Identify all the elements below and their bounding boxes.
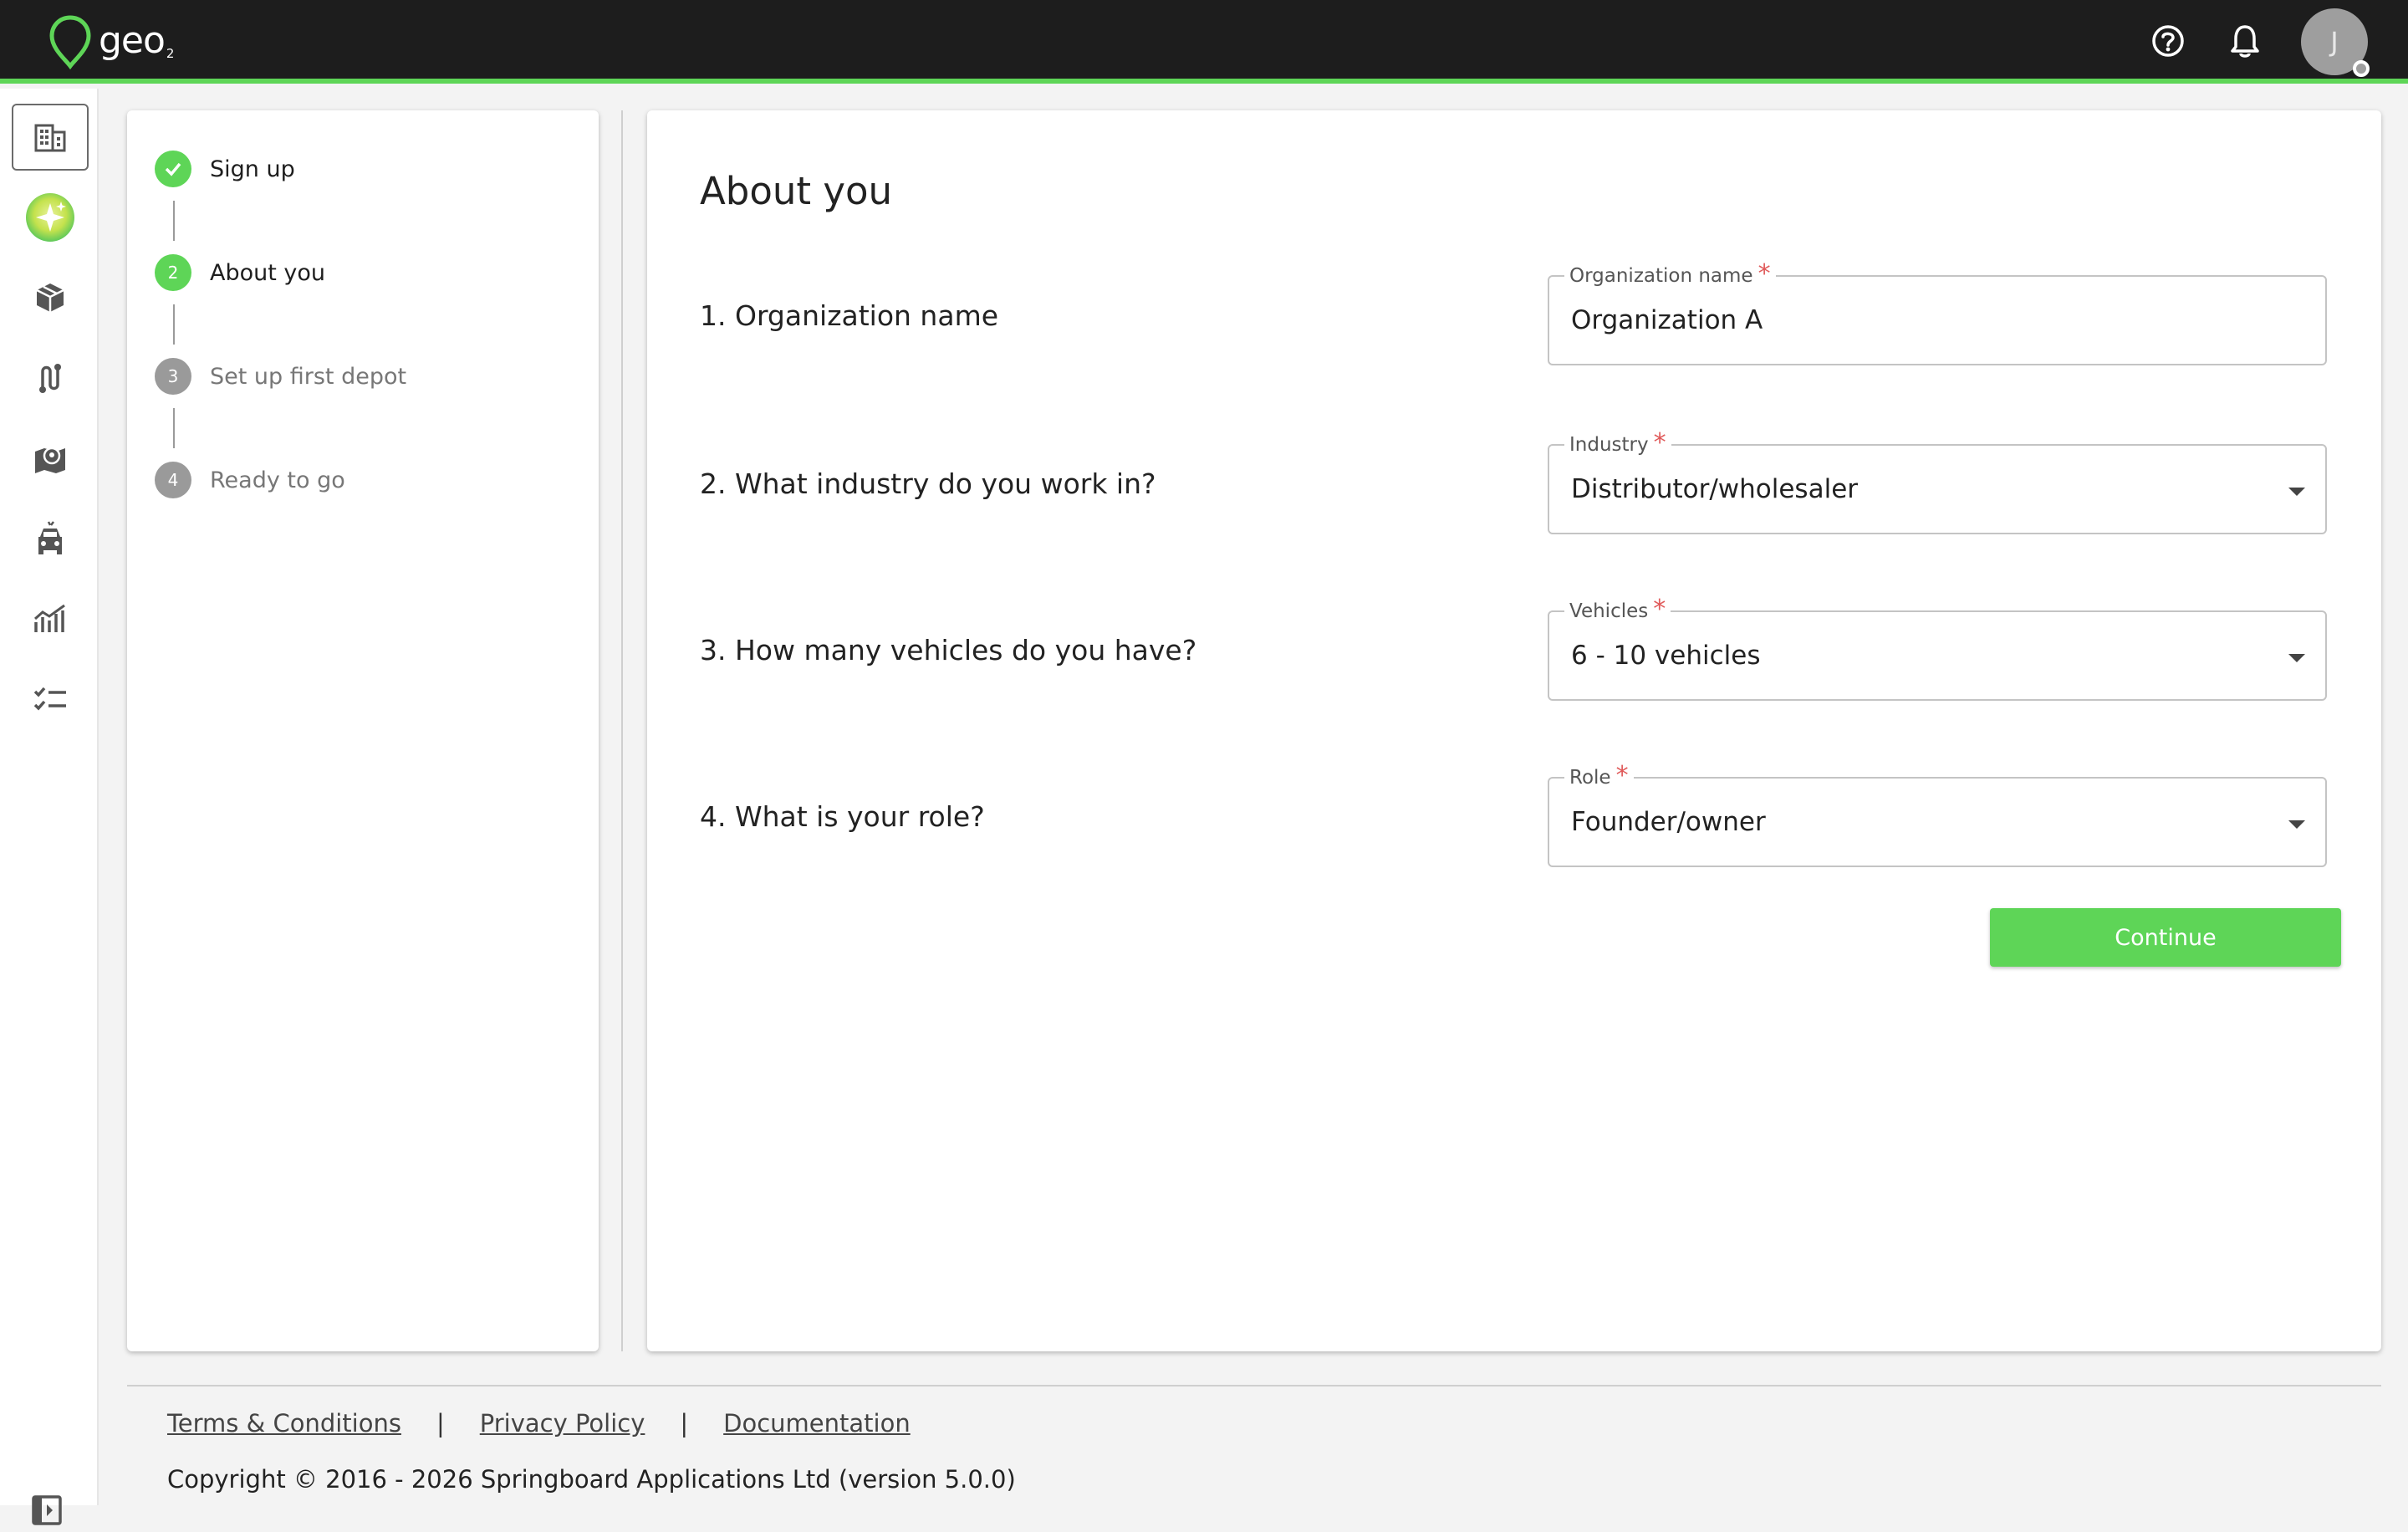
expand-sidebar-icon — [32, 1495, 62, 1525]
page-title: About you — [700, 169, 893, 213]
map-pin-icon — [35, 447, 65, 473]
nav-item-organization[interactable] — [12, 104, 89, 171]
required-asterisk: * — [1653, 428, 1666, 457]
left-navigation — [0, 89, 99, 1525]
field-label: Vehicles * — [1564, 595, 1671, 624]
role-value: Founder/owner — [1571, 807, 1766, 837]
step-about-you[interactable]: 2 About you — [155, 254, 325, 291]
question-organization-name: 1. Organization name — [700, 299, 999, 332]
analytics-icon — [34, 604, 65, 632]
role-select[interactable]: Role * Founder/owner — [1548, 763, 2327, 867]
top-bar: geo 2 J — [0, 0, 2408, 84]
dropdown-arrow-icon — [2288, 820, 2305, 829]
industry-value: Distributor/wholesaler — [1571, 474, 1859, 504]
step-number: 4 — [155, 462, 191, 498]
logo-text: geo — [99, 18, 166, 62]
avatar-initial: J — [2330, 26, 2339, 58]
logo-suffix: 2 — [166, 46, 175, 61]
bell-icon[interactable] — [2224, 20, 2266, 62]
required-asterisk: * — [1758, 259, 1771, 289]
step-connector — [173, 201, 175, 241]
terms-link[interactable]: Terms & Conditions — [167, 1409, 401, 1438]
field-label: Industry * — [1564, 428, 1671, 457]
nav-item-tasks[interactable] — [12, 666, 89, 733]
vehicles-select[interactable]: Vehicles * 6 - 10 vehicles — [1548, 597, 2327, 701]
step-connector — [173, 304, 175, 345]
continue-button[interactable]: Continue — [1990, 908, 2341, 967]
checklist-icon — [33, 687, 66, 711]
required-asterisk: * — [1615, 761, 1629, 790]
nav-item-vehicles[interactable] — [12, 505, 89, 572]
vehicles-value: 6 - 10 vehicles — [1571, 641, 1761, 671]
question-vehicles: 3. How many vehicles do you have? — [700, 634, 1197, 666]
organization-name-field[interactable]: Organization name * Organization A — [1548, 262, 2327, 365]
user-avatar[interactable]: J — [2301, 8, 2370, 77]
building-icon — [34, 124, 66, 152]
nav-item-map[interactable] — [12, 425, 89, 492]
privacy-policy-link[interactable]: Privacy Policy — [480, 1409, 645, 1438]
onboarding-stepper: Sign up 2 About you 3 Set up first depot… — [127, 110, 599, 1351]
footer-divider — [127, 1385, 2381, 1386]
step-label: About you — [210, 259, 326, 286]
dropdown-arrow-icon — [2288, 654, 2305, 662]
documentation-link[interactable]: Documentation — [723, 1409, 911, 1438]
expand-sidebar-button[interactable] — [25, 1489, 69, 1532]
step-sign-up[interactable]: Sign up — [155, 151, 295, 187]
question-industry: 2. What industry do you work in? — [700, 467, 1156, 500]
organization-name-value: Organization A — [1571, 305, 1763, 335]
status-indicator — [2353, 60, 2370, 77]
step-label: Sign up — [210, 156, 295, 182]
required-asterisk: * — [1653, 595, 1666, 624]
step-label: Set up first depot — [210, 363, 407, 390]
link-separator: | — [680, 1409, 689, 1438]
step-number: 2 — [155, 254, 191, 291]
industry-select[interactable]: Industry * Distributor/wholesaler — [1548, 431, 2327, 534]
step-ready-to-go[interactable]: 4 Ready to go — [155, 462, 345, 498]
nav-item-analytics[interactable] — [12, 585, 89, 652]
about-you-form: About you 1. Organization name Organizat… — [647, 110, 2381, 1351]
route-icon — [39, 364, 61, 393]
field-label: Organization name * — [1564, 259, 1776, 289]
nav-item-packages[interactable] — [12, 264, 89, 331]
step-number: 3 — [155, 358, 191, 395]
panel-divider — [621, 110, 623, 1351]
dropdown-arrow-icon — [2288, 488, 2305, 496]
app-logo[interactable]: geo 2 — [48, 13, 174, 70]
step-connector — [173, 408, 175, 448]
location-pin-icon — [49, 15, 91, 69]
help-icon[interactable] — [2147, 20, 2189, 62]
question-role: 4. What is your role? — [700, 800, 985, 833]
field-label: Role * — [1564, 761, 1634, 790]
package-icon — [36, 283, 64, 312]
copyright-text: Copyright © 2016 - 2026 Springboard Appl… — [167, 1465, 1016, 1494]
step-set-up-depot[interactable]: 3 Set up first depot — [155, 358, 406, 395]
check-icon — [155, 151, 191, 187]
vehicle-icon — [38, 521, 62, 554]
link-separator: | — [436, 1409, 445, 1438]
step-label: Ready to go — [210, 467, 345, 493]
sparkle-icon — [26, 193, 74, 242]
nav-item-routes[interactable] — [12, 345, 89, 411]
nav-item-ai-assistant[interactable] — [12, 184, 89, 251]
footer-links: Terms & Conditions | Privacy Policy | Do… — [167, 1409, 911, 1438]
